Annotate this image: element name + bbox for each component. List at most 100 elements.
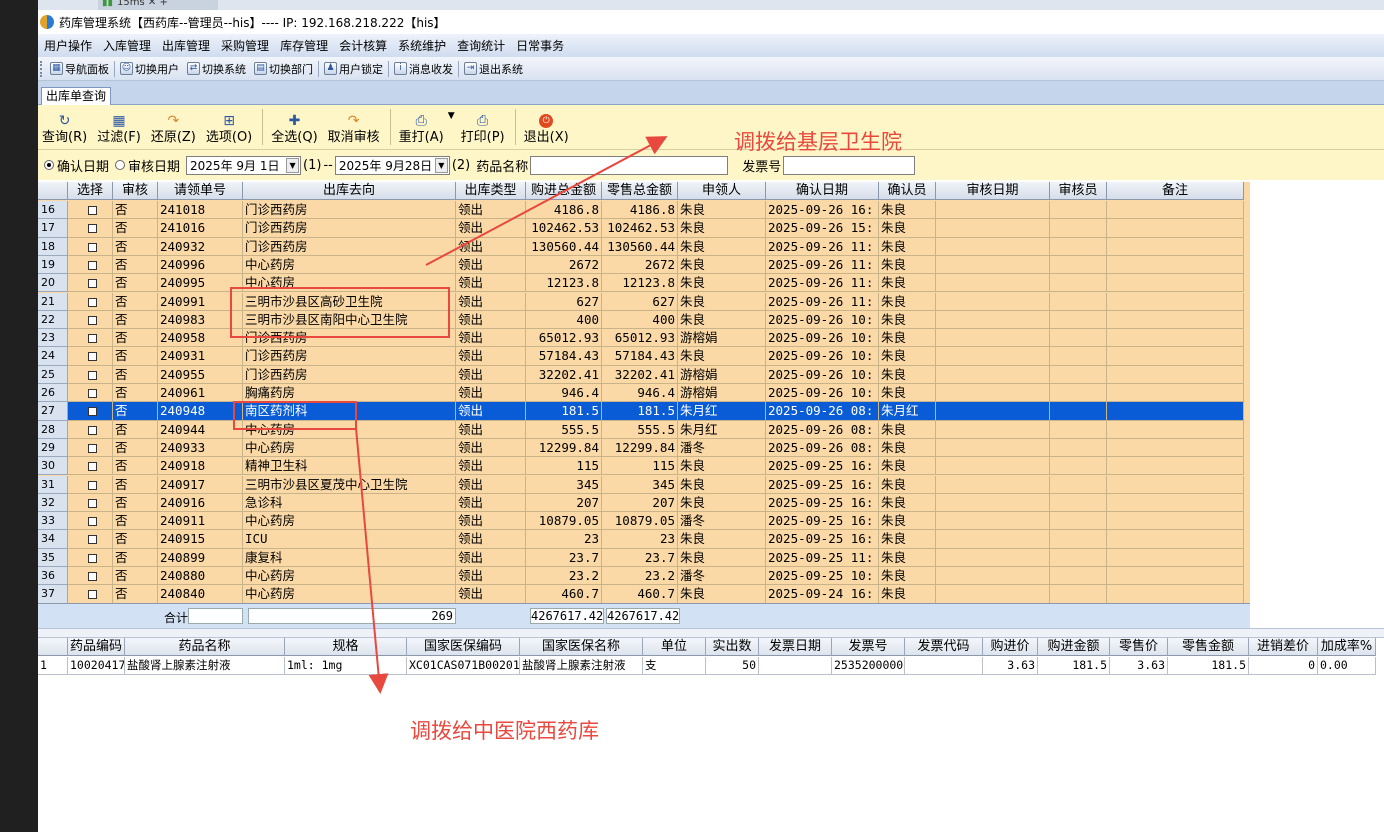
select-checkbox-cell[interactable] [68, 457, 113, 476]
out-type-header[interactable]: 出库类型 [456, 182, 526, 200]
select-checkbox-cell[interactable] [68, 475, 113, 494]
select-checkbox-cell[interactable] [68, 365, 113, 384]
chevron-down-icon[interactable]: ▼ [434, 157, 448, 173]
audit-header[interactable]: 审核 [113, 182, 158, 200]
table-row[interactable]: 32 否 240916 急诊科 领出 207 207 朱良 2025-09-25 16: 朱良 [38, 493, 1244, 513]
checkbox[interactable] [88, 279, 97, 289]
detail-row[interactable]: 1 10020417 盐酸肾上腺素注射液 1ml: 1mg XC01CAS071B002… [38, 657, 1376, 675]
checkbox[interactable] [88, 407, 97, 417]
cancel-audit-button[interactable]: ↷ 取消审核 [328, 114, 380, 145]
select-checkbox-cell[interactable] [68, 219, 113, 238]
toolbar-nav-panel[interactable]: ▦ 导航面板 [46, 61, 113, 77]
checkbox[interactable] [88, 443, 97, 453]
table-row[interactable]: 29 否 240933 中心药房 领出 12299.84 12299.84 潘冬 2025-09… [38, 438, 1244, 458]
select-header[interactable]: 选择 [68, 182, 113, 200]
date-from-picker[interactable]: 2025年 9月 1日 ▼ [186, 155, 302, 175]
invoice-code-header[interactable]: 发票代码 [905, 638, 983, 656]
checkbox[interactable] [88, 370, 97, 380]
checkbox[interactable] [88, 334, 97, 344]
table-row[interactable]: 27 否 240948 南区药剂科 领出 181.5 181.5 朱月红 2025-09-26 … [38, 402, 1244, 421]
checkbox[interactable] [88, 425, 97, 435]
select-checkbox-cell[interactable] [68, 201, 113, 220]
checkbox[interactable] [88, 315, 97, 325]
insurance-code-header[interactable]: 国家医保编码 [407, 638, 520, 656]
query-button[interactable]: ↻ 查询(R) [42, 114, 87, 145]
checkbox[interactable] [88, 553, 97, 563]
browser-tab[interactable]: ▮▮ 15ms ✕ + [98, 0, 218, 10]
table-row[interactable]: 26 否 240961 胸痛药房 领出 946.4 946.4 游榕娟 2025-09-26 1… [38, 384, 1244, 403]
checkbox[interactable] [88, 462, 97, 472]
select-checkbox-cell[interactable] [68, 567, 113, 586]
menu-system[interactable]: 系统维护 [395, 37, 454, 54]
drug-name-header[interactable]: 药品名称 [125, 638, 285, 656]
table-row[interactable]: 30 否 240918 精神卫生科 领出 115 115 朱良 2025-09-25 16: 朱良 [38, 457, 1244, 476]
toolbar-exit[interactable]: ⇥ 退出系统 [460, 61, 527, 77]
price-diff-header[interactable]: 进销差价 [1249, 638, 1318, 656]
select-checkbox-cell[interactable] [68, 420, 113, 439]
remark-header[interactable]: 备注 [1107, 182, 1244, 200]
select-checkbox-cell[interactable] [68, 292, 113, 311]
confirmer-header[interactable]: 确认员 [879, 182, 936, 200]
menu-stock-in[interactable]: 入库管理 [100, 37, 159, 54]
menu-inventory[interactable]: 库存管理 [277, 37, 336, 54]
table-row[interactable]: 19 否 240996 中心药房 领出 2672 2672 朱良 2025-09-26 11: 朱… [38, 255, 1244, 275]
menu-purchase[interactable]: 采购管理 [218, 37, 277, 54]
exit-button[interactable]: ⏻ 退出(X) [524, 114, 569, 145]
checkbox[interactable] [88, 224, 97, 234]
select-checkbox-cell[interactable] [68, 512, 113, 531]
checkbox[interactable] [88, 389, 97, 398]
restore-button[interactable]: ↷ 还原(Z) [151, 114, 196, 145]
checkbox[interactable] [88, 535, 97, 545]
filter-button[interactable]: ▦ 过滤(F) [97, 114, 141, 145]
invoice-input[interactable] [783, 155, 916, 175]
select-checkbox-cell[interactable] [68, 255, 113, 275]
rownum-header[interactable] [38, 182, 68, 200]
tab-outbound-query[interactable]: 出库单查询 [41, 87, 112, 105]
drug-code-header[interactable]: 药品编码 [68, 638, 125, 656]
table-row[interactable]: 23 否 240958 门诊西药房 领出 65012.93 65012.93 游榕娟 2025-… [38, 329, 1244, 348]
options-button[interactable]: ⊞ 选项(O) [206, 114, 252, 145]
menu-user[interactable]: 用户操作 [41, 37, 100, 54]
select-checkbox-cell[interactable] [68, 384, 113, 403]
insurance-name-header[interactable]: 国家医保名称 [520, 638, 643, 656]
table-row[interactable]: 33 否 240911 中心药房 领出 10879.05 10879.05 潘冬 2025-09… [38, 512, 1244, 531]
invoice-date-header[interactable]: 发票日期 [759, 638, 832, 656]
checkbox[interactable] [88, 517, 97, 527]
table-row[interactable]: 18 否 240932 门诊西药房 领出 130560.44 130560.44 朱良 2025… [38, 237, 1244, 256]
select-checkbox-cell[interactable] [68, 585, 113, 604]
retail-total-header[interactable]: 零售总金额 [602, 182, 678, 200]
select-checkbox-cell[interactable] [68, 548, 113, 567]
table-row[interactable]: 34 否 240915 ICU 领出 23 23 朱良 2025-09-25 16: 朱良 [38, 530, 1244, 549]
destination-header[interactable]: 出库去向 [243, 182, 456, 200]
select-checkbox-cell[interactable] [68, 530, 113, 549]
table-row[interactable]: 22 否 240983 三明市沙县区南阳中心卫生院 领出 400 400 朱良 2025-09-… [38, 310, 1244, 330]
date-to-picker[interactable]: 2025年 9月28日 ▼ [334, 155, 450, 175]
toolbar-switch-dept[interactable]: ▤ 切换部门 [250, 61, 317, 77]
purchase-total-header[interactable]: 购进总金额 [526, 182, 602, 200]
select-checkbox-cell[interactable] [68, 402, 113, 421]
select-checkbox-cell[interactable] [68, 237, 113, 256]
applicant-header[interactable]: 申领人 [678, 182, 766, 200]
confirm-date-header[interactable]: 确认日期 [766, 182, 879, 200]
request-no-header[interactable]: 请领单号 [158, 182, 243, 200]
table-row[interactable]: 28 否 240944 中心药房 领出 555.5 555.5 朱月红 2025-09-26 0… [38, 420, 1244, 439]
select-checkbox-cell[interactable] [68, 310, 113, 330]
checkbox[interactable] [88, 480, 97, 490]
menu-statistics[interactable]: 查询统计 [454, 37, 513, 54]
table-row[interactable]: 20 否 240995 中心药房 领出 12123.8 12123.8 朱良 2025-09-2… [38, 274, 1244, 293]
drug-name-input[interactable] [530, 155, 729, 175]
audit-date-radio[interactable] [115, 160, 126, 170]
checkbox[interactable] [88, 352, 97, 362]
checkbox[interactable] [88, 297, 97, 307]
invoice-no-header[interactable]: 发票号 [832, 638, 905, 656]
spec-header[interactable]: 规格 [285, 638, 407, 656]
reprint-button[interactable]: ⎙ 重打(A) [399, 114, 444, 145]
menu-stock-out[interactable]: 出库管理 [159, 37, 218, 54]
retail-amount-header[interactable]: 零售金额 [1168, 638, 1249, 656]
table-row[interactable]: 36 否 240880 中心药房 领出 23.2 23.2 潘冬 2025-09-25 10: 朱… [38, 567, 1244, 586]
table-row[interactable]: 24 否 240931 门诊西药房 领出 57184.43 57184.43 朱良 2025-0… [38, 347, 1244, 366]
checkbox[interactable] [88, 242, 97, 252]
table-row[interactable]: 35 否 240899 康复科 领出 23.7 23.7 朱良 2025-09-25 11: 朱良 [38, 548, 1244, 567]
table-row[interactable]: 17 否 241016 门诊西药房 领出 102462.53 102462.53 朱良 2025… [38, 219, 1244, 238]
toolbar-user-lock[interactable]: ♟ 用户锁定 [320, 61, 387, 77]
